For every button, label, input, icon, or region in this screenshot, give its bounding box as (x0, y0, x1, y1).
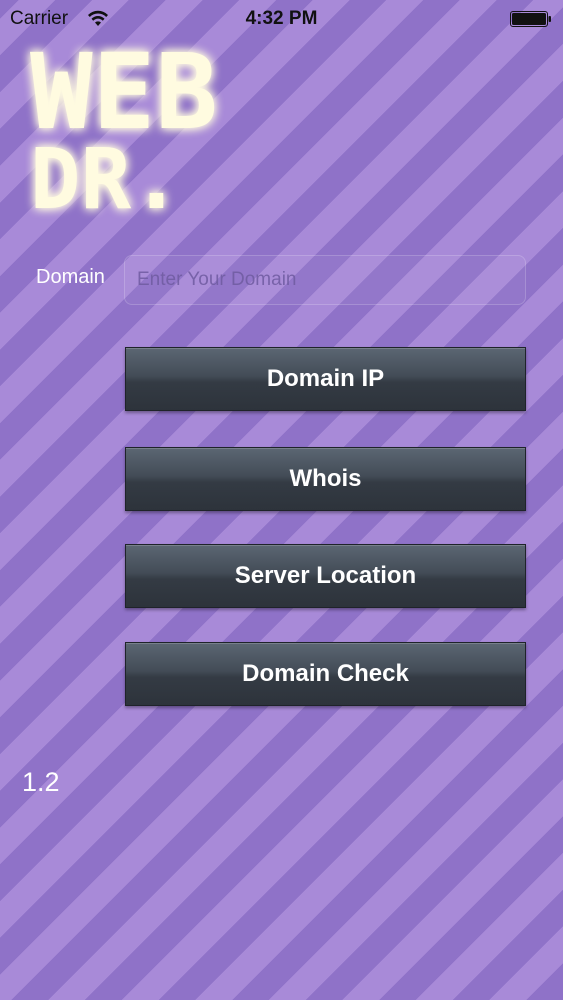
status-time: 4:32 PM (245, 8, 318, 29)
logo-line-dr: DR. (30, 130, 182, 228)
domain-input[interactable] (124, 255, 526, 305)
app-logo: WEB DR. (30, 31, 270, 228)
domain-label: Domain (36, 266, 105, 288)
whois-button[interactable]: Whois (125, 447, 526, 511)
version-label: 1.2 (22, 767, 60, 797)
battery-icon (510, 11, 552, 27)
app-screen: Carrier 4:32 PM WEB DR. Domain Enter You… (0, 0, 563, 1000)
server-location-button[interactable]: Server Location (125, 544, 526, 608)
domain-check-button[interactable]: Domain Check (125, 642, 526, 706)
domain-ip-button[interactable]: Domain IP (125, 347, 526, 411)
